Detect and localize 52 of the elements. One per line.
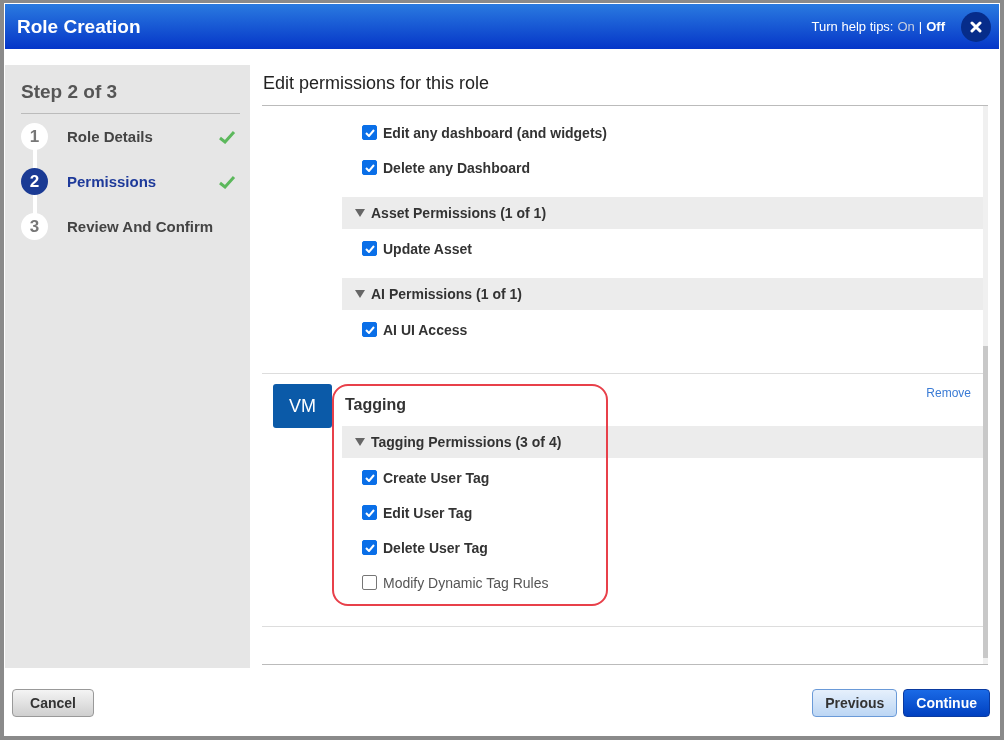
step-label[interactable]: Review And Confirm (67, 218, 240, 235)
checkmark-icon (364, 163, 375, 172)
permission-label: Edit User Tag (383, 504, 473, 521)
module-badge: VM (273, 384, 332, 428)
checkmark-icon (364, 508, 375, 517)
checkbox[interactable] (362, 322, 377, 337)
group-title: Tagging Permissions (3 of 4) (371, 434, 562, 450)
continue-button[interactable]: Continue (903, 689, 990, 717)
checkmark-icon (364, 244, 375, 253)
remove-link[interactable]: Remove (926, 386, 971, 400)
scrollbar-thumb[interactable] (983, 346, 988, 658)
previous-button[interactable]: Previous (812, 689, 898, 717)
help-tips-option[interactable]: On (897, 19, 915, 34)
checkmark-icon (364, 325, 375, 334)
checkbox[interactable] (362, 505, 377, 520)
section-heading: Edit permissions for this role (262, 65, 988, 106)
close-button[interactable] (961, 11, 991, 42)
step-label[interactable]: Permissions (67, 173, 218, 190)
step-number: 2 (21, 168, 48, 195)
checkmark-icon (364, 473, 375, 482)
cancel-button[interactable]: Cancel (12, 689, 94, 717)
step-counter: Step 2 of 3 (21, 65, 240, 114)
scrollbar[interactable] (983, 106, 988, 664)
step-number: 1 (21, 123, 48, 150)
close-icon (970, 20, 982, 33)
permission-label: Delete any Dashboard (383, 159, 531, 176)
checkbox[interactable] (362, 241, 377, 256)
checkbox[interactable] (362, 125, 377, 140)
help-tips-label: Turn help tips: (811, 19, 894, 34)
group-title: Asset Permissions (1 of 1) (371, 205, 547, 221)
step-number: 3 (21, 213, 48, 240)
group-title: AI Permissions (1 of 1) (371, 286, 522, 302)
checkmark-icon (364, 543, 375, 552)
group-header[interactable]: Tagging Permissions (3 of 4) (342, 426, 983, 458)
checkbox[interactable] (362, 540, 377, 555)
permission-label: Modify Dynamic Tag Rules (383, 574, 549, 591)
step-label[interactable]: Role Details (67, 128, 218, 145)
checkmark-icon (364, 128, 375, 137)
checkbox[interactable] (362, 160, 377, 175)
window-title: Role Creation (17, 15, 142, 38)
permission-label: Update Asset (383, 240, 472, 257)
permission-label: AI UI Access (383, 321, 468, 338)
permission-label: Create User Tag (383, 469, 490, 486)
help-tips-option[interactable]: Off (926, 19, 945, 34)
checkbox[interactable] (362, 470, 377, 485)
group-header[interactable]: Asset Permissions (1 of 1) (342, 197, 983, 229)
module-title: Tagging (345, 396, 407, 414)
group-header[interactable]: AI Permissions (1 of 1) (342, 278, 983, 310)
permission-label: Delete User Tag (383, 539, 488, 556)
checkbox[interactable] (362, 575, 377, 590)
separator-text: | (918, 19, 923, 34)
permission-label: Edit any dashboard (and widgets) (383, 124, 608, 141)
